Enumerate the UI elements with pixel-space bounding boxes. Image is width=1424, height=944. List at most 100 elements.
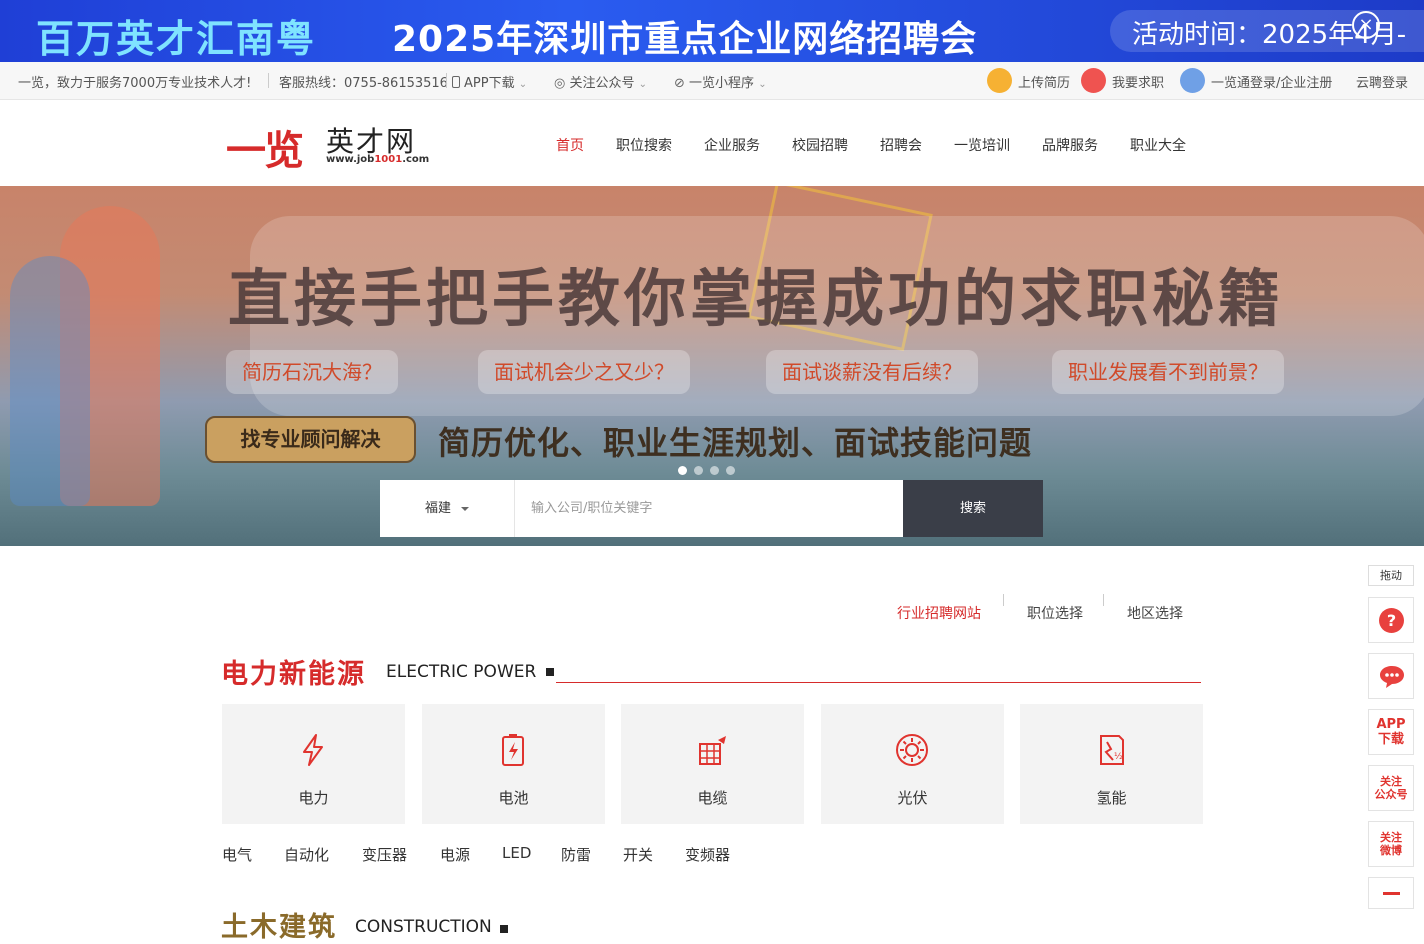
nav-campus[interactable]: 校园招聘	[792, 135, 848, 155]
hero-headline: 直接手把手教你掌握成功的求职秘籍	[228, 262, 1285, 335]
nav-brand[interactable]: 品牌服务	[1042, 135, 1098, 155]
slogan: 一览，致力于服务7000万专业技术人才!	[18, 76, 252, 91]
tab-position[interactable]: 职位选择	[1027, 603, 1083, 623]
logo-main: 一览	[226, 128, 304, 174]
mini-program-link[interactable]: ⊘ 一览小程序 ⌄	[674, 72, 767, 91]
question-icon: ?	[1379, 608, 1404, 633]
subcategory-link[interactable]: 电气	[222, 844, 252, 865]
app-download-label: APP下载	[464, 76, 515, 91]
subcategory-link[interactable]: 变压器	[362, 844, 407, 865]
subcategory-link[interactable]: LED	[502, 844, 531, 862]
close-icon[interactable]: ×	[1352, 11, 1380, 39]
search-bar: 福建 搜索	[380, 480, 1043, 537]
search-input[interactable]	[516, 480, 903, 537]
nav-enterprise[interactable]: 企业服务	[704, 135, 760, 155]
login-register-link[interactable]: 一览通登录/企业注册	[1211, 72, 1332, 91]
nav-home[interactable]: 首页	[556, 135, 584, 155]
section-title: 土木建筑	[221, 912, 337, 943]
follow-wechat-button[interactable]: 关注 公众号	[1368, 765, 1414, 811]
divider	[268, 73, 269, 88]
collapse-button[interactable]	[1368, 877, 1414, 909]
category-card-hydrogen[interactable]: ½ 氢能	[1020, 704, 1203, 824]
subcategory-link[interactable]: 电源	[440, 844, 470, 865]
wechat-label-b: 公众号	[1374, 788, 1408, 801]
hydrogen-icon: ½	[1100, 735, 1124, 765]
consultant-button[interactable]: 找专业顾问解决	[205, 416, 416, 463]
carousel-dots	[678, 460, 742, 479]
weibo-label-b: 微博	[1380, 844, 1402, 857]
mini-program-label: 一览小程序	[689, 76, 755, 91]
nav-training[interactable]: 一览培训	[954, 135, 1010, 155]
follow-wechat-link[interactable]: ◎ 关注公众号 ⌄	[554, 72, 647, 91]
carousel-dot[interactable]	[694, 466, 703, 475]
solar-icon	[896, 734, 928, 766]
chat-button[interactable]	[1368, 653, 1414, 699]
wechat-icon: ◎	[554, 76, 566, 91]
logo-url-a: www.job	[326, 154, 375, 165]
promo-main-text: 2025年深圳市重点企业网络招聘会	[392, 19, 978, 60]
follow-weibo-button[interactable]: 关注 微博	[1368, 821, 1414, 867]
divider	[1103, 594, 1104, 606]
phone-icon	[452, 76, 460, 88]
subcategory-link[interactable]: 自动化	[284, 844, 329, 865]
app-label-a: APP	[1376, 717, 1406, 732]
svg-text:½: ½	[1114, 752, 1123, 762]
cable-icon	[699, 736, 726, 765]
nav-job-search[interactable]: 职位搜索	[616, 135, 672, 155]
cloud-login-link[interactable]: 云聘登录	[1356, 72, 1408, 91]
category-card-cable[interactable]: 电缆	[621, 704, 804, 824]
hero-pain-2: 面试机会少之又少？	[478, 350, 690, 394]
category-label: 光伏	[897, 789, 928, 807]
upload-resume-link[interactable]: 上传简历	[1018, 72, 1070, 91]
promo-banner[interactable]: 百万英才汇南粤 2025年深圳市重点企业网络招聘会 活动时间：2025年4月- …	[0, 0, 1424, 62]
subcategory-link[interactable]: 变频器	[685, 844, 730, 865]
category-label: 电力	[298, 789, 329, 807]
hero-pain-1: 简历石沉大海？	[226, 350, 398, 394]
tab-region[interactable]: 地区选择	[1127, 603, 1183, 623]
section-marker	[500, 925, 508, 933]
section-underline	[556, 682, 1201, 683]
category-card-solar[interactable]: 光伏	[821, 704, 1004, 824]
category-label: 电池	[498, 789, 529, 807]
job-seek-link[interactable]: 我要求职	[1112, 72, 1164, 91]
nav-career[interactable]: 职业大全	[1130, 135, 1186, 155]
hero-pain-4: 职业发展看不到前景？	[1052, 350, 1284, 394]
minus-icon	[1383, 892, 1400, 895]
section-title-en: CONSTRUCTION	[355, 917, 492, 937]
drag-handle[interactable]: 拖动	[1368, 565, 1414, 586]
subcategory-link[interactable]: 防雷	[561, 844, 591, 865]
city-value: 福建	[424, 501, 451, 516]
chevron-down-icon: ⌄	[638, 79, 648, 90]
category-card-power[interactable]: 电力	[222, 704, 405, 824]
carousel-dot[interactable]	[678, 466, 687, 475]
utility-bar: 一览，致力于服务7000万专业技术人才! 客服热线：0755-86153516 …	[0, 62, 1424, 100]
hotline: 客服热线：0755-86153516	[279, 76, 448, 91]
wechat-label-a: 关注	[1380, 775, 1402, 788]
upload-resume-icon	[987, 68, 1012, 93]
promo-left-text: 百万英才汇南粤	[36, 17, 317, 61]
nav-job-fair[interactable]: 招聘会	[880, 135, 922, 155]
follow-wechat-label: 关注公众号	[569, 76, 635, 91]
carousel-dot[interactable]	[726, 466, 735, 475]
app-download-link[interactable]: APP下载 ⌄	[452, 72, 527, 91]
chevron-down-icon: ⌄	[758, 79, 767, 90]
search-button[interactable]: 搜索	[903, 480, 1043, 537]
tab-industry[interactable]: 行业招聘网站	[897, 603, 981, 623]
carousel-dot[interactable]	[710, 466, 719, 475]
subcategory-link[interactable]: 开关	[623, 844, 653, 865]
category-card-battery[interactable]: 电池	[422, 704, 605, 824]
mini-program-icon: ⊘	[674, 76, 685, 91]
category-label: 电缆	[697, 789, 728, 807]
category-label: 氢能	[1096, 789, 1127, 807]
site-header: 一览 英才网 www.job1001.com 首页 职位搜索 企业服务 校园招聘…	[0, 100, 1424, 186]
user-icon	[1081, 68, 1106, 93]
divider	[446, 73, 447, 88]
weibo-label-a: 关注	[1380, 831, 1402, 844]
login-icon	[1180, 68, 1205, 93]
help-button[interactable]: ?	[1368, 597, 1414, 643]
app-download-button[interactable]: APP 下载	[1368, 709, 1414, 755]
chevron-down-icon: ⌄	[518, 79, 528, 90]
caret-down-icon	[461, 506, 469, 511]
city-select[interactable]: 福建	[380, 480, 515, 537]
hero-tagline: 简历优化、职业生涯规划、面试技能问题	[438, 424, 1033, 462]
